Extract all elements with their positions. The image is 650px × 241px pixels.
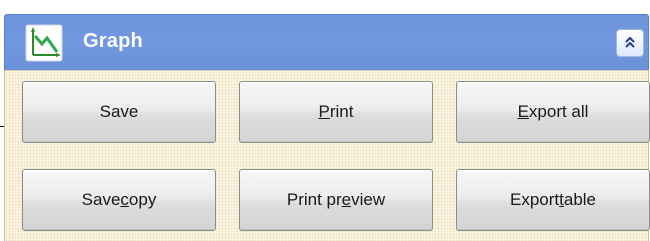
save-copy-button[interactable]: Save c opy [22,169,216,231]
save-button[interactable]: Save [22,81,216,143]
export-all-label-rest: xport all [528,102,589,121]
save-copy-label: Save [81,190,121,209]
export-table-label: Export [509,190,560,209]
save-copy-mnemonic: c [120,190,129,209]
print-preview-mnemonic: e [341,190,352,209]
panel-body: Save Print Export all Save c opy Print pr… [4,70,650,241]
print-mnemonic: P [318,102,330,121]
print-preview-button[interactable]: Print pr e view [239,169,433,231]
print-preview-label-rest: view [351,190,386,209]
export-table-label-rest: able [563,190,596,209]
panel-header[interactable]: Graph [4,14,649,70]
panel-title: Graph [83,30,143,52]
save-label: Save [99,102,139,121]
collapse-button[interactable] [616,29,644,57]
save-copy-label-rest: opy [128,190,157,209]
export-all-button[interactable]: Export all [456,81,650,143]
print-label-rest: rint [329,102,354,121]
side-divider-mark [0,126,4,127]
export-all-mnemonic: E [517,102,529,121]
export-table-button[interactable]: Export t able [456,169,650,231]
graph-panel: Graph Save Print Export all Save c opy Pr… [0,0,650,241]
print-preview-label: Print pr [286,190,342,209]
graph-icon [25,24,63,62]
print-button[interactable]: Print [239,81,433,143]
